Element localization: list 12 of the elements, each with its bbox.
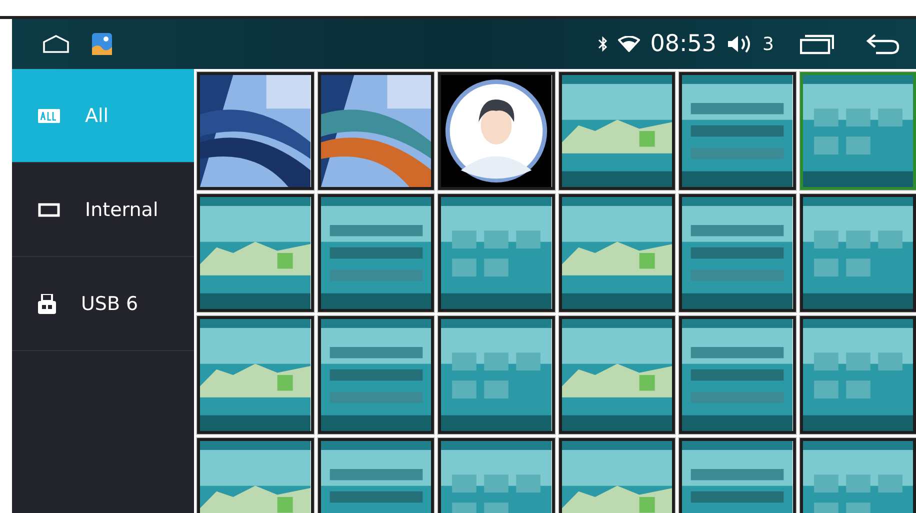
home-icon[interactable] xyxy=(42,34,70,54)
wifi-icon xyxy=(618,36,640,52)
screen-icon xyxy=(38,202,60,216)
volume-level: 3 xyxy=(762,34,774,54)
recent-apps-icon[interactable] xyxy=(800,33,834,55)
clock-time: 08:53 xyxy=(650,31,717,57)
usb-drive-icon xyxy=(38,294,56,314)
gallery-icon[interactable] xyxy=(92,33,112,55)
all-files-icon xyxy=(38,108,60,122)
back-icon[interactable] xyxy=(866,33,900,55)
bluetooth-icon xyxy=(598,36,608,52)
volume-icon[interactable] xyxy=(726,34,753,54)
